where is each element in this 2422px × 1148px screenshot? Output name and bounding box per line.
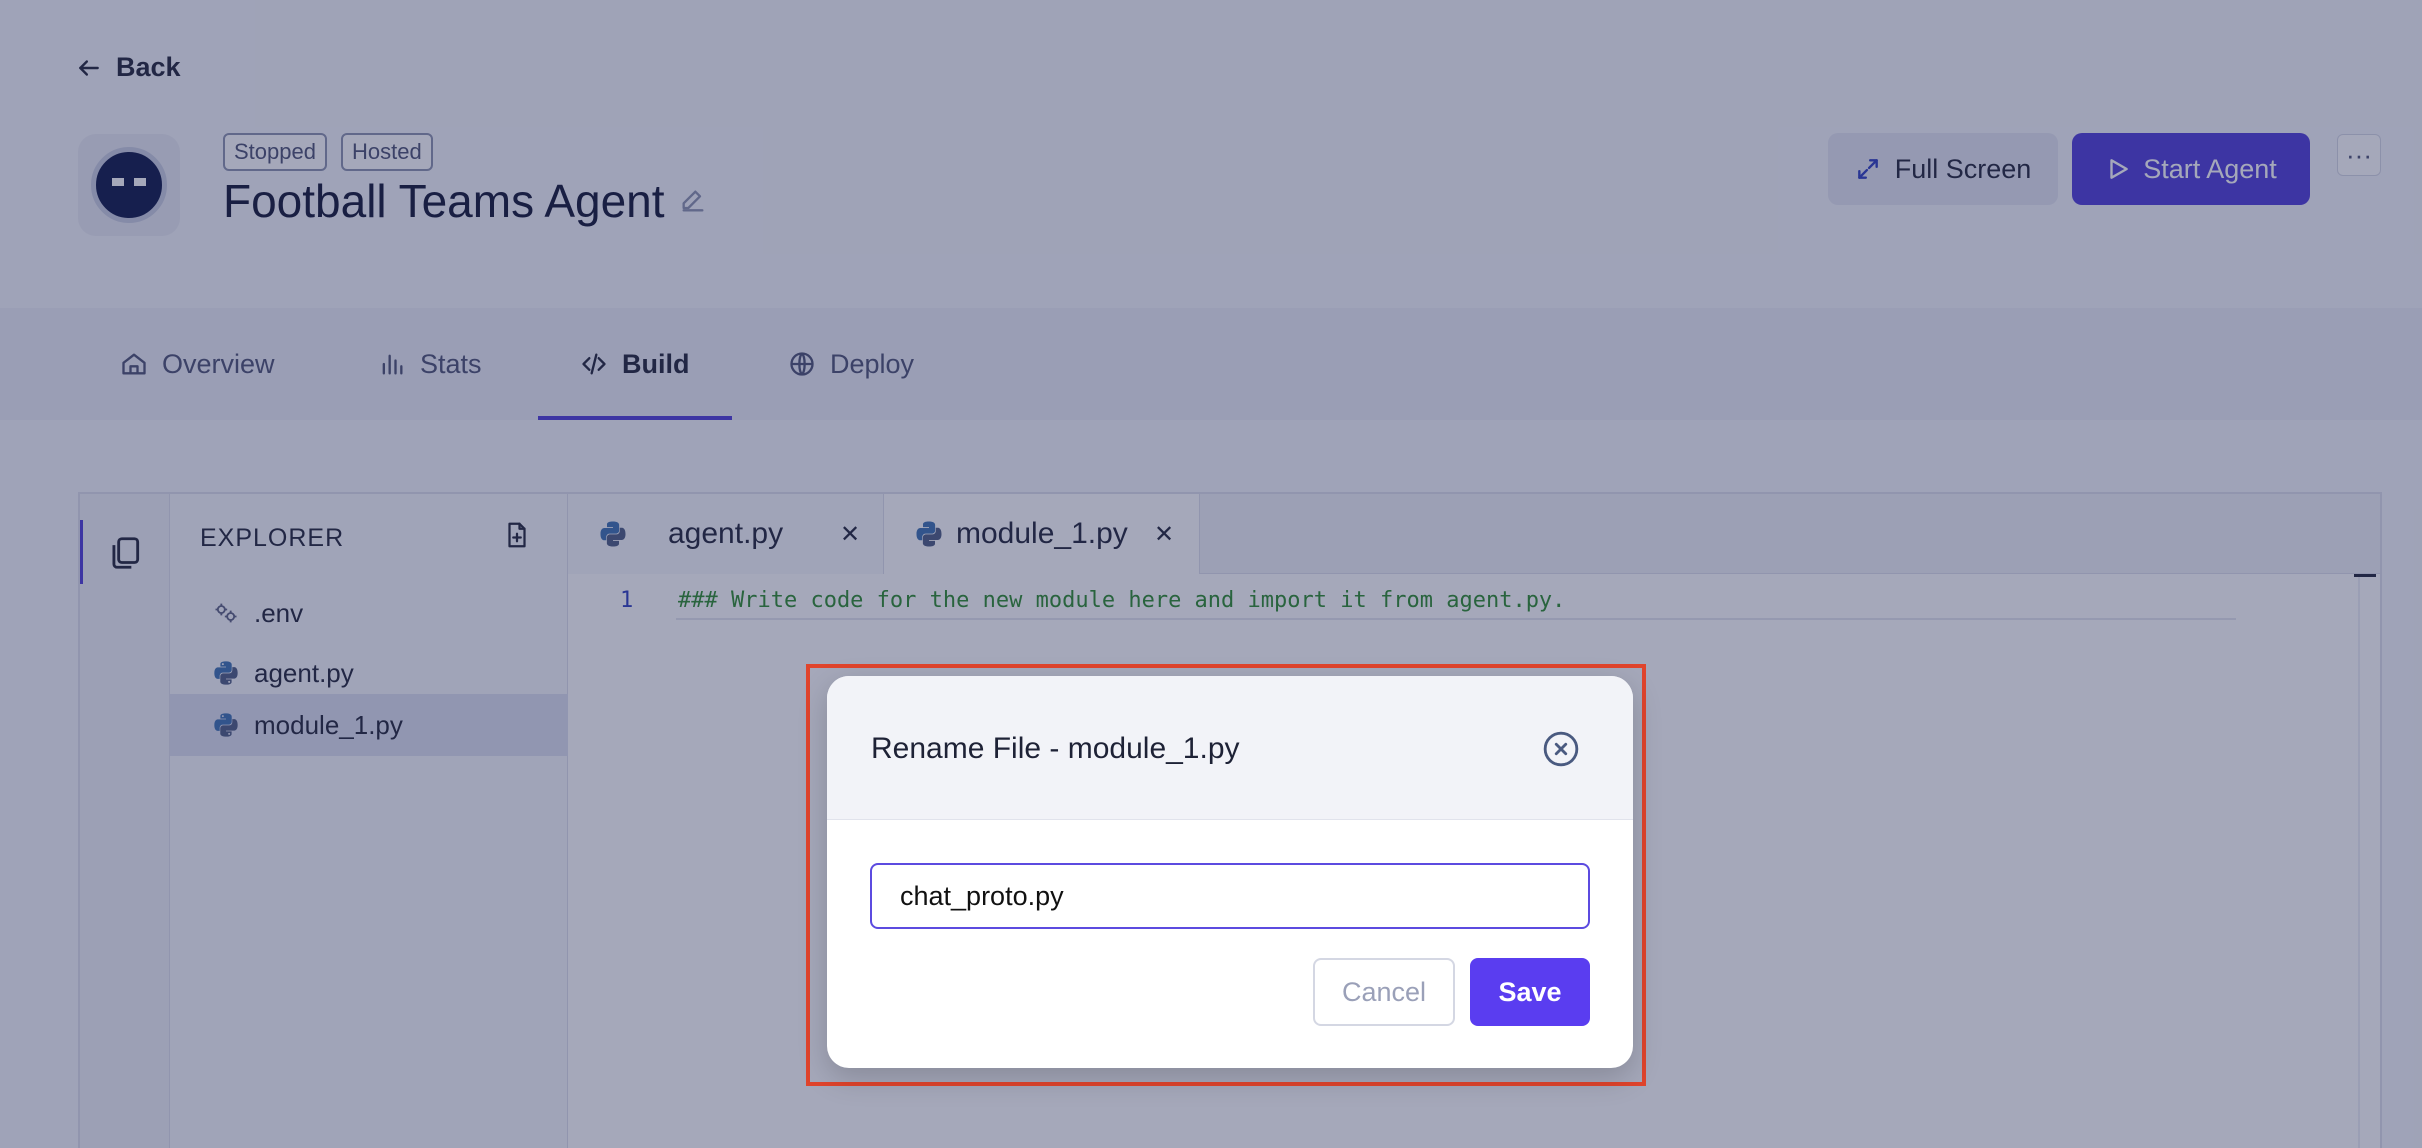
dialog-header: Rename File - module_1.py (827, 676, 1633, 820)
cancel-button[interactable]: Cancel (1313, 958, 1455, 1026)
save-button[interactable]: Save (1470, 958, 1590, 1026)
close-circle-icon[interactable] (1542, 730, 1580, 768)
dialog-title: Rename File - module_1.py (871, 732, 1240, 765)
page: Back Stopped Hosted Football Teams Agent… (0, 0, 2422, 1148)
rename-file-dialog: Rename File - module_1.py Cancel Save (827, 676, 1633, 1068)
file-name-input[interactable] (870, 863, 1590, 929)
